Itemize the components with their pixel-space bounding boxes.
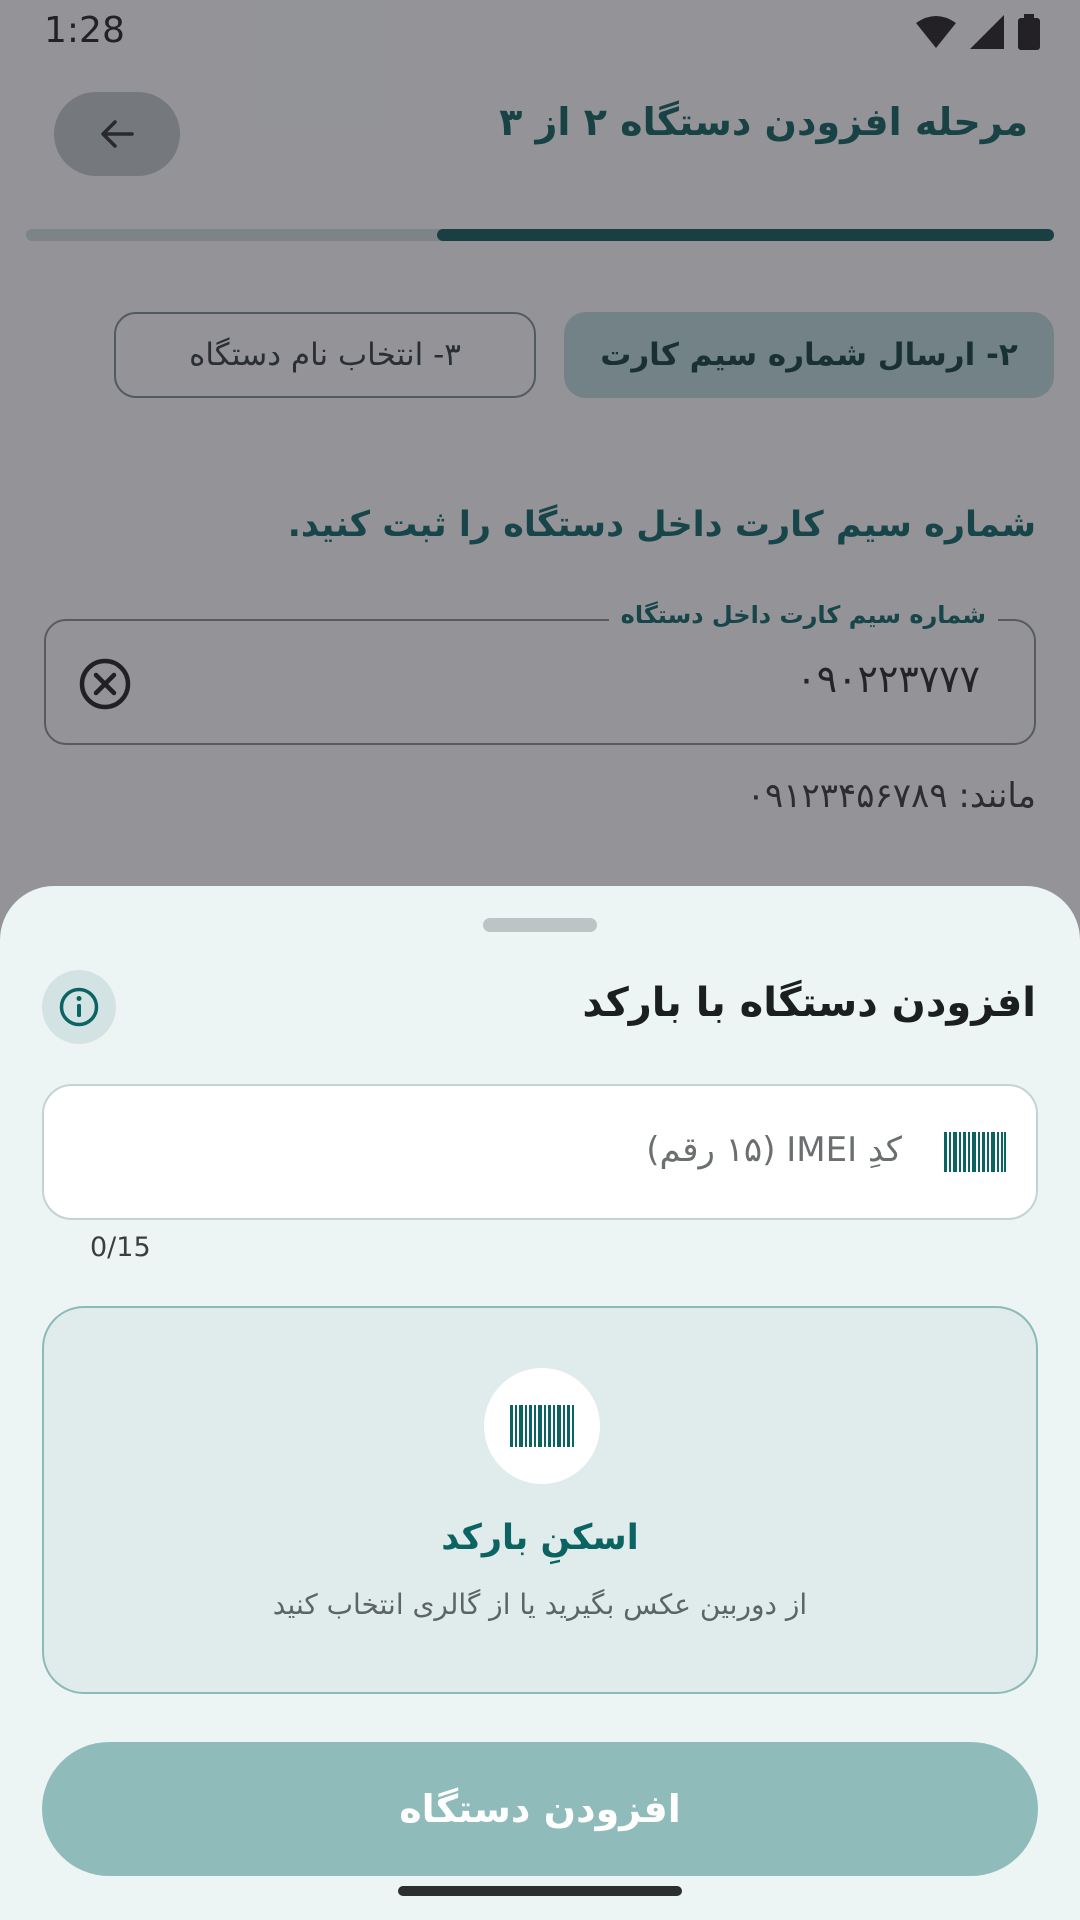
scan-icon-circle <box>484 1368 600 1484</box>
info-icon <box>59 987 99 1027</box>
scan-barcode-card[interactable]: اسکنِ بارکد از دوربین عکس بگیرید یا از گ… <box>42 1306 1038 1694</box>
add-device-button[interactable]: افزودن دستگاه <box>42 1742 1038 1876</box>
scan-title: اسکنِ بارکد <box>441 1518 639 1558</box>
barcode-bottom-sheet: افزودن دستگاه با بارکد کدِ IMEI (۱۵ رقم)… <box>0 886 1080 1920</box>
barcode-icon <box>510 1405 574 1447</box>
sheet-drag-handle[interactable] <box>483 918 597 932</box>
imei-placeholder: کدِ IMEI (۱۵ رقم) <box>646 1130 902 1170</box>
info-button[interactable] <box>42 970 116 1044</box>
sheet-title: افزودن دستگاه با بارکد <box>582 980 1036 1026</box>
imei-char-counter: 0/15 <box>90 1232 151 1263</box>
scan-subtitle: از دوربین عکس بگیرید یا از گالری انتخاب … <box>272 1588 808 1621</box>
barcode-icon <box>944 1132 1006 1172</box>
imei-input[interactable]: کدِ IMEI (۱۵ رقم) <box>42 1084 1038 1220</box>
gesture-nav-bar[interactable] <box>398 1886 682 1896</box>
